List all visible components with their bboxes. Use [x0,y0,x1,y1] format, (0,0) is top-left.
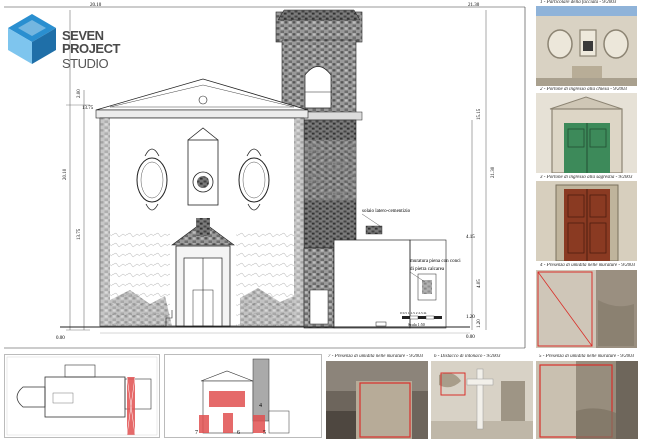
dim-left-2: 2.00 [77,89,82,98]
dim-right-6: 1.20 [477,319,482,328]
church-facade [95,78,309,327]
mini-label-6: 6 [237,430,240,436]
photo-7-caption: 7 - Presenza di umidità nelle murature -… [328,354,424,359]
mini-label-5: 5 [263,430,266,436]
photo-1-facade-detail [536,6,637,86]
label-solaio: solaio latero-cementizio [362,209,411,214]
dim-left-3: 20.10 [63,168,68,180]
dim-base: 0.00 [56,336,65,341]
dim-top-left: 20.10 [90,3,102,8]
dim-left-4: 13.75 [77,228,82,240]
photo-2-church-door [536,93,637,173]
scale-label: Scala 1:50 [408,322,425,327]
dim-top-right: 21.30 [468,3,480,8]
photo-4-damp-wall [536,270,637,348]
photo-3-sacristy-door [536,181,637,261]
dim-right-3: 4.15 [466,235,475,240]
mini-label-4: 4 [259,403,262,409]
dim-right-7: 0.00 [466,335,475,340]
plan-panel [4,354,160,438]
photo-2-caption: 2 - Portone di ingresso alla chiesa - 9/… [540,87,628,92]
church-elevation-drawing: 20.10 21.30 2.00 13.75 20.10 13.75 0.00 … [4,3,526,349]
photo-3-caption: 3 - Portone di ingresso alla sagrestia -… [540,175,633,180]
dim-right-4: 4.05 [477,279,482,288]
drawing-sheet: SEVEN PROJECT STUDIO 20.10 21.30 2.00 13… [0,0,649,440]
dim-right-2: 21.30 [491,166,496,178]
photo-5-damp-wall [536,361,638,439]
photo-4-caption: 4 - Presenza di umidità nelle murature -… [540,263,636,268]
label-muratura-1: muratura piena con conci [410,259,461,264]
dim-right-5: 1.20 [466,315,475,320]
photo-7-damp-wall [326,361,428,439]
mini-elevation-panel: 7 6 5 4 [164,354,322,438]
dim-left-1: 13.75 [82,106,94,111]
dim-right-1: 15.15 [477,108,482,120]
mini-label-7: 7 [195,430,198,436]
photo-5-caption: 5 - Presenza di umidità nelle murature -… [539,354,635,359]
photo-6-caption: 6 - Distacco di intonaco - 9/2003 [434,354,501,359]
scale-numbers: 0 0.5 1 1.5 2 2.5 m [400,311,427,315]
label-muratura-2: di pietra calcarea [410,267,445,272]
photo-1-caption: 1 - Particolare della facciata - 9/2003 [540,0,617,5]
photo-6-plaster-detachment [431,361,533,439]
